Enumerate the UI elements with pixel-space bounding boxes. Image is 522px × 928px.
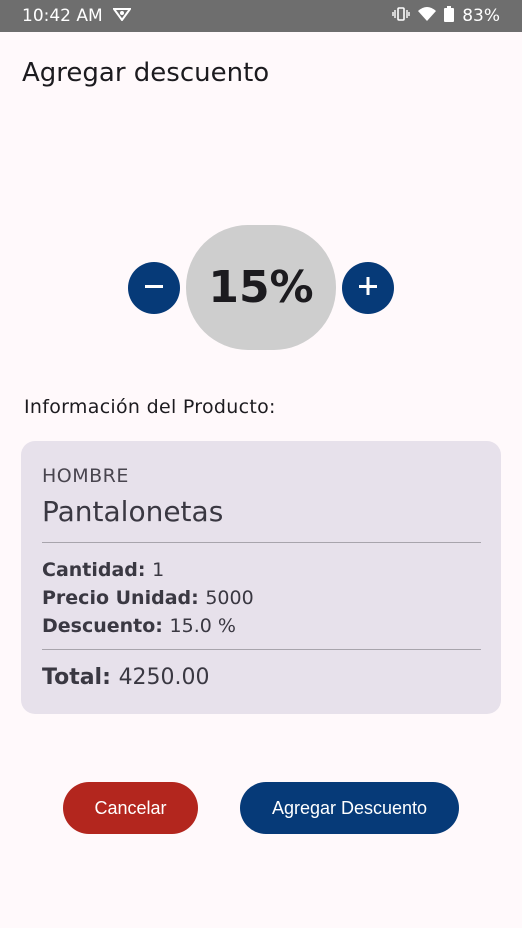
minus-icon (142, 274, 166, 302)
unit-price-label: Precio Unidad: (42, 587, 206, 609)
quantity-value: 1 (152, 559, 165, 581)
total-label: Total: (42, 665, 119, 690)
increase-button[interactable] (342, 262, 394, 314)
add-discount-button[interactable]: Agregar Descuento (240, 782, 459, 834)
plus-icon (356, 274, 380, 302)
discount-amount: 15.0 % (169, 615, 236, 637)
quantity-row: Cantidad: 1 (42, 559, 164, 581)
total-value: 4250.00 (118, 665, 210, 690)
cancel-button[interactable]: Cancelar (63, 782, 198, 834)
decrease-button[interactable] (128, 262, 180, 314)
product-section-label: Información del Producto: (24, 396, 276, 418)
product-name: Pantalonetas (42, 495, 224, 528)
discount-label: Descuento: (42, 615, 170, 637)
unit-price-value: 5000 (205, 587, 254, 609)
discount-value: 15% (186, 225, 336, 350)
product-category: HOMBRE (42, 465, 129, 487)
total-row: Total: 4250.00 (42, 665, 210, 690)
discount-row: Descuento: 15.0 % (42, 615, 236, 637)
product-card: HOMBRE Pantalonetas Cantidad: 1 Precio U… (21, 441, 501, 714)
quantity-label: Cantidad: (42, 559, 153, 581)
unit-price-row: Precio Unidad: 5000 (42, 587, 254, 609)
discount-stepper: 15% (0, 0, 522, 400)
divider (42, 649, 481, 650)
divider (42, 542, 481, 543)
